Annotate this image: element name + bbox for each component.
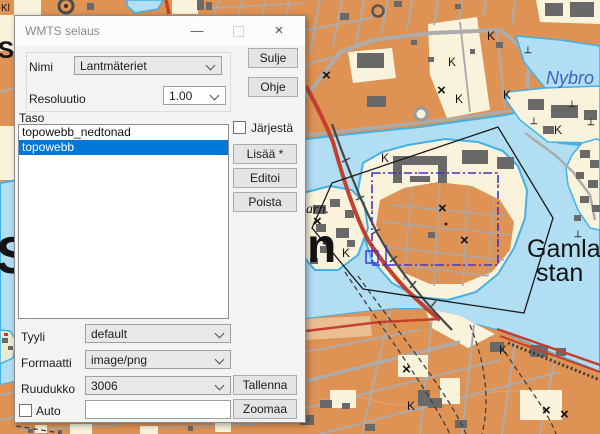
svg-text:×: × <box>560 406 569 423</box>
svg-text:×: × <box>322 67 331 84</box>
resoluutio-value: 1.00 <box>169 89 192 103</box>
lisaa-button[interactable]: Lisää * <box>233 144 297 164</box>
minimize-icon: — <box>191 23 204 38</box>
auto-input[interactable] <box>85 400 231 419</box>
layer-listbox[interactable]: topowebb_nedtonad topowebb <box>18 124 229 319</box>
resoluutio-combobox[interactable]: 1.00 <box>163 86 226 105</box>
label-nybro: Nybro <box>546 68 594 88</box>
close-icon: × <box>275 22 284 39</box>
svg-text:×: × <box>402 361 411 378</box>
layer-list-item-selected[interactable]: topowebb <box>19 140 228 155</box>
svg-text:⊥: ⊥ <box>530 116 538 126</box>
chevron-down-icon <box>206 61 216 71</box>
minimize-button[interactable]: — <box>182 20 212 42</box>
zoomaa-button[interactable]: Zoomaa <box>233 399 297 419</box>
chevron-down-icon <box>215 355 225 365</box>
resoluutio-label: Resoluutio <box>29 92 86 106</box>
formaatti-value: image/png <box>91 353 147 367</box>
svg-text:×: × <box>437 82 446 99</box>
nimi-combobox[interactable]: Lantmäteriet <box>74 56 222 75</box>
svg-text:⊥: ⊥ <box>568 99 576 109</box>
wmts-dialog: WMTS selaus — × Nimi Lantmäteriet Resolu… <box>14 15 306 423</box>
formaatti-label: Formaatti <box>21 356 72 370</box>
poista-button[interactable]: Poista <box>233 192 297 212</box>
svg-text:×: × <box>322 233 331 250</box>
chevron-down-icon <box>215 329 225 339</box>
app-window: Gamla stan Nybro arn. n S S Kl K K K K K… <box>0 0 600 434</box>
svg-text:K: K <box>342 246 350 260</box>
jarjesta-checkbox[interactable] <box>233 121 246 134</box>
svg-text:K: K <box>448 55 456 69</box>
ruudukko-value: 3006 <box>91 379 118 393</box>
close-button[interactable]: × <box>264 20 294 42</box>
tyyli-value: default <box>91 327 127 341</box>
titlebar[interactable]: WMTS selaus — × <box>15 16 305 46</box>
dialog-title: WMTS selaus <box>25 24 100 38</box>
maximize-button[interactable] <box>223 20 253 42</box>
tallenna-button[interactable]: Tallenna <box>233 375 297 395</box>
svg-text:⊥: ⊥ <box>524 45 532 55</box>
svg-text:×: × <box>460 232 469 249</box>
auto-label: Auto <box>36 404 61 418</box>
label-stan: stan <box>536 259 583 287</box>
formaatti-combobox[interactable]: image/png <box>85 350 231 369</box>
chevron-down-icon <box>210 91 220 101</box>
maximize-icon <box>233 26 244 37</box>
svg-text:×: × <box>313 213 322 230</box>
ohje-button[interactable]: Ohje <box>248 77 298 97</box>
svg-text:K: K <box>499 343 507 357</box>
svg-text:⊥: ⊥ <box>574 229 582 239</box>
chevron-down-icon <box>215 381 225 391</box>
layer-list-item[interactable]: topowebb_nedtonad <box>19 125 228 140</box>
taso-label: Taso <box>19 111 44 125</box>
sulje-button[interactable]: Sulje <box>248 48 298 68</box>
nimi-label: Nimi <box>29 60 53 74</box>
ruudukko-combobox[interactable]: 3006 <box>85 376 231 395</box>
nimi-value: Lantmäteriet <box>80 59 147 73</box>
svg-text:K: K <box>487 29 495 43</box>
editoi-button[interactable]: Editoi <box>233 168 297 188</box>
tyyli-combobox[interactable]: default <box>85 324 231 343</box>
label-kl-fragment: Kl <box>1 3 10 14</box>
tyyli-label: Tyyli <box>21 330 45 344</box>
svg-text:⊥: ⊥ <box>587 117 595 127</box>
jarjesta-label: Järjestä <box>251 121 293 135</box>
svg-text:K: K <box>381 151 389 165</box>
svg-text:K: K <box>407 399 415 413</box>
ruudukko-label: Ruudukko <box>21 382 75 396</box>
auto-checkbox[interactable] <box>19 404 32 417</box>
svg-text:K: K <box>503 88 511 102</box>
svg-text:K: K <box>455 92 463 106</box>
svg-text:×: × <box>438 200 447 217</box>
label-s-small-fragment: S <box>0 37 14 64</box>
svg-text:×: × <box>542 402 551 419</box>
svg-text:K: K <box>554 123 562 137</box>
